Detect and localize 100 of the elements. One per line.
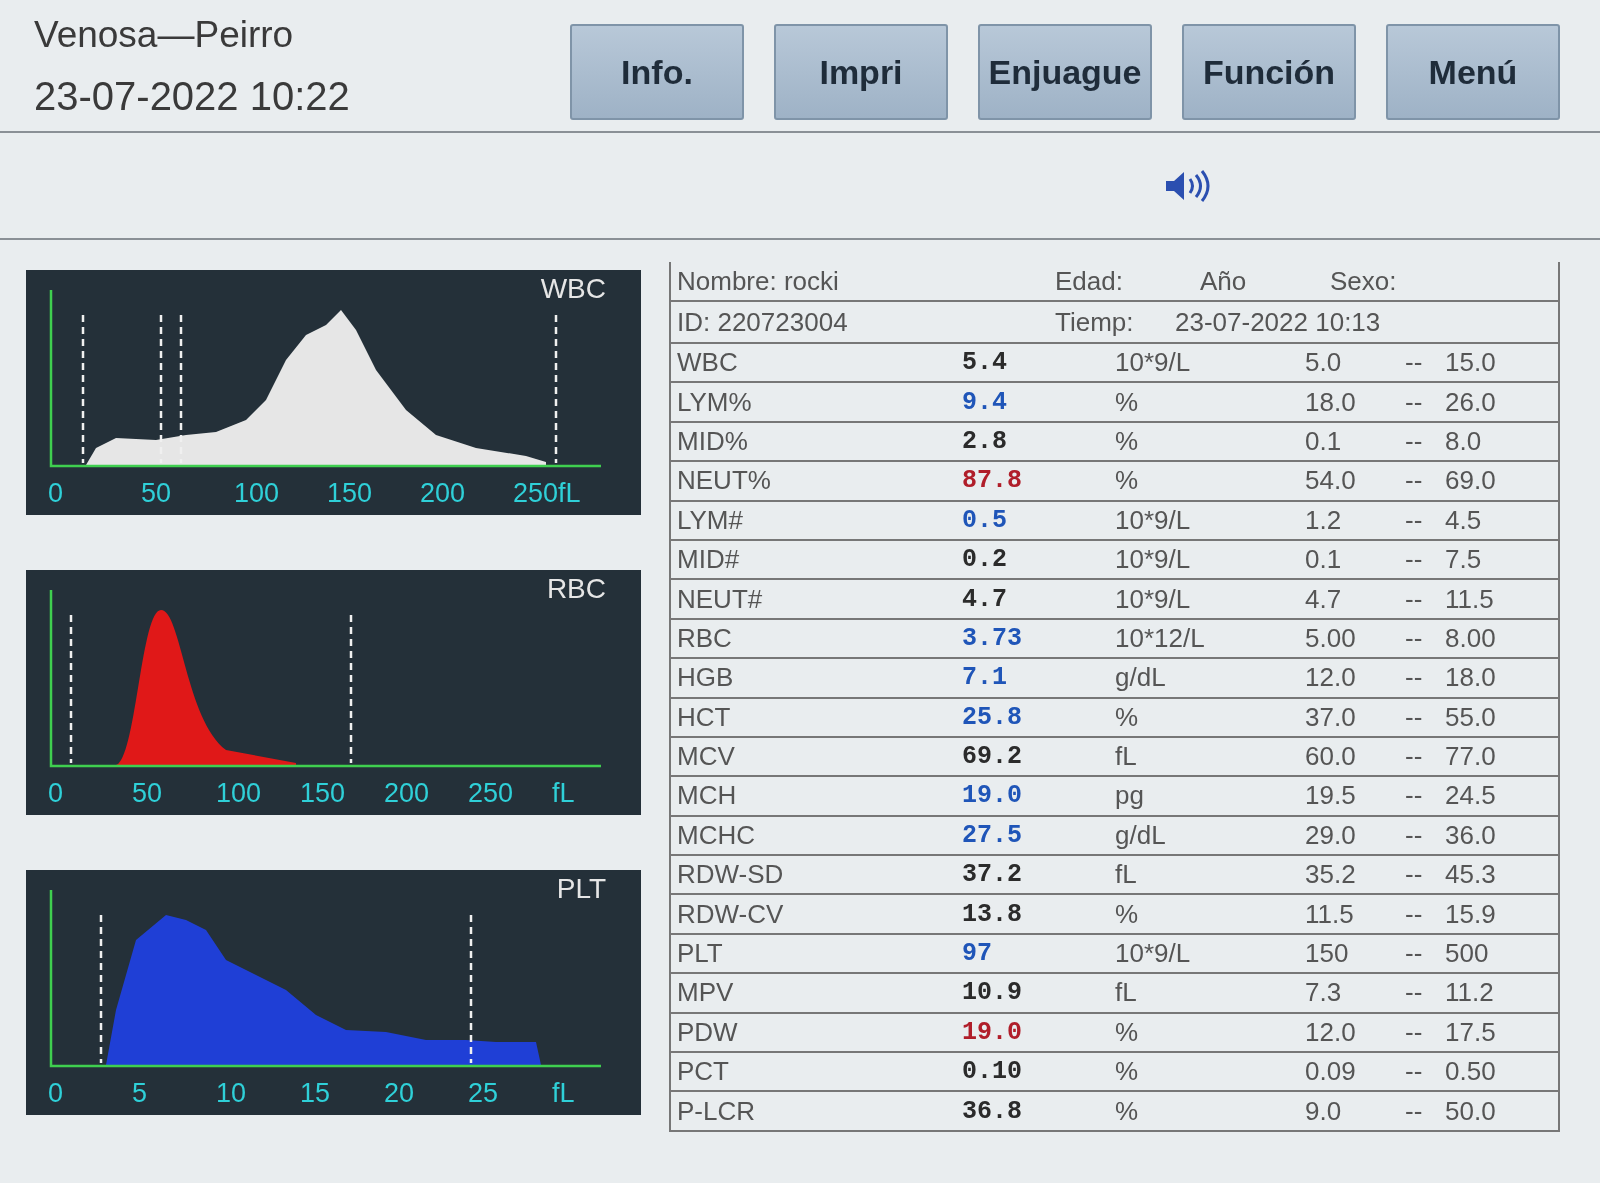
range-low: 37.0 (1305, 701, 1357, 733)
range-low: 9.0 (1305, 1095, 1343, 1127)
range-high: 36.0 (1445, 819, 1497, 851)
range-high: 77.0 (1445, 741, 1497, 773)
range-high: 8.0 (1445, 425, 1483, 457)
range-separator: -- (1405, 1095, 1424, 1127)
histogram-title: PLT (556, 873, 606, 904)
range-separator: -- (1405, 859, 1424, 891)
parameter-name: RDW-SD (677, 859, 785, 891)
menu-button[interactable]: Enjuague (978, 24, 1152, 120)
result-value: 36.8 (962, 1096, 1023, 1126)
result-value: 97 (962, 939, 993, 969)
unit: 10*9/L (1115, 544, 1192, 576)
unit: fL (1115, 977, 1138, 1009)
unit: 10*9/L (1115, 938, 1192, 970)
axis-tick-label: 100 (216, 778, 262, 808)
unit: % (1115, 1095, 1140, 1127)
sample-id: ID: 220723004 (677, 306, 849, 338)
unit: % (1115, 1016, 1140, 1048)
histogram-title: RBC (546, 573, 606, 604)
parameter-name: MCHC (677, 819, 756, 851)
range-low: 7.3 (1305, 977, 1343, 1009)
menu-button[interactable]: Función (1182, 24, 1356, 120)
menu-button[interactable]: Impri (774, 24, 948, 120)
axis-tick-label: 10 (216, 1078, 247, 1108)
unit: 10*9/L (1115, 504, 1192, 536)
range-low: 5.0 (1305, 347, 1343, 379)
result-value: 0.5 (962, 505, 1008, 535)
test-time: 23-07-2022 10:13 (1175, 306, 1382, 338)
histogram-title: WBC (540, 273, 606, 304)
parameter-name: MCV (677, 741, 736, 773)
axis-tick-label: 20 (384, 1078, 415, 1108)
result-value: 9.4 (962, 387, 1008, 417)
range-low: 0.1 (1305, 425, 1343, 457)
axis-tick-label: 150 (327, 478, 373, 508)
result-value: 37.2 (962, 860, 1023, 890)
parameter-name: PDW (677, 1016, 739, 1048)
range-low: 11.5 (1305, 898, 1355, 930)
menu-button[interactable]: Info. (570, 24, 744, 120)
range-separator: -- (1405, 622, 1424, 654)
axis-tick-label: fL (552, 778, 575, 808)
range-separator: -- (1405, 386, 1424, 418)
parameter-name: MCH (677, 780, 738, 812)
parameter-name: HCT (677, 701, 732, 733)
axis-tick-label: 0 (48, 478, 64, 508)
sex-label: Sexo: (1330, 265, 1398, 297)
parameter-name: RDW-CV (677, 898, 785, 930)
result-value: 87.8 (962, 466, 1023, 496)
age-label: Edad: (1055, 265, 1124, 297)
result-value: 3.73 (962, 623, 1023, 653)
range-low: 54.0 (1305, 465, 1357, 497)
range-low: 5.00 (1305, 622, 1357, 654)
unit: fL (1115, 859, 1138, 891)
axis-tick-label: 250fL (513, 478, 581, 508)
range-separator: -- (1405, 780, 1424, 812)
parameter-name: PLT (677, 938, 724, 970)
range-high: 8.00 (1445, 622, 1497, 654)
result-value: 27.5 (962, 820, 1023, 850)
range-high: 17.5 (1445, 1016, 1497, 1048)
range-separator: -- (1405, 465, 1424, 497)
axis-tick-label: fL (552, 1078, 575, 1108)
unit: 10*12/L (1115, 622, 1206, 654)
parameter-name: P-LCR (677, 1095, 756, 1127)
unit: % (1115, 1056, 1140, 1088)
range-low: 18.0 (1305, 386, 1357, 418)
parameter-name: HGB (677, 662, 735, 694)
range-low: 60.0 (1305, 741, 1357, 773)
range-low: 1.2 (1305, 504, 1343, 536)
unit: 10*9/L (1115, 583, 1192, 615)
range-low: 0.09 (1305, 1056, 1357, 1088)
range-high: 24.5 (1445, 780, 1497, 812)
axis-tick-label: 200 (384, 778, 430, 808)
range-high: 11.2 (1445, 977, 1495, 1009)
range-high: 26.0 (1445, 386, 1497, 418)
unit: fL (1115, 741, 1138, 773)
result-value: 25.8 (962, 702, 1023, 732)
range-separator: -- (1405, 347, 1424, 379)
menu-button[interactable]: Menú (1386, 24, 1560, 120)
parameter-name: LYM# (677, 504, 744, 536)
range-separator: -- (1405, 662, 1424, 694)
range-separator: -- (1405, 741, 1424, 773)
patient-name: Nombre: rocki (677, 265, 840, 297)
range-separator: -- (1405, 938, 1424, 970)
result-value: 2.8 (962, 426, 1008, 456)
range-separator: -- (1405, 583, 1424, 615)
result-value: 10.9 (962, 978, 1023, 1008)
range-high: 55.0 (1445, 701, 1497, 733)
parameter-name: MPV (677, 977, 735, 1009)
range-high: 15.0 (1445, 347, 1497, 379)
range-separator: -- (1405, 1056, 1424, 1088)
unit: 10*9/L (1115, 347, 1192, 379)
result-value: 0.2 (962, 545, 1008, 575)
unit: % (1115, 386, 1140, 418)
range-low: 19.5 (1305, 780, 1357, 812)
range-low: 150 (1305, 938, 1350, 970)
range-high: 69.0 (1445, 465, 1497, 497)
range-high: 15.9 (1445, 898, 1497, 930)
parameter-name: NEUT% (677, 465, 772, 497)
axis-tick-label: 50 (141, 478, 172, 508)
range-low: 29.0 (1305, 819, 1357, 851)
